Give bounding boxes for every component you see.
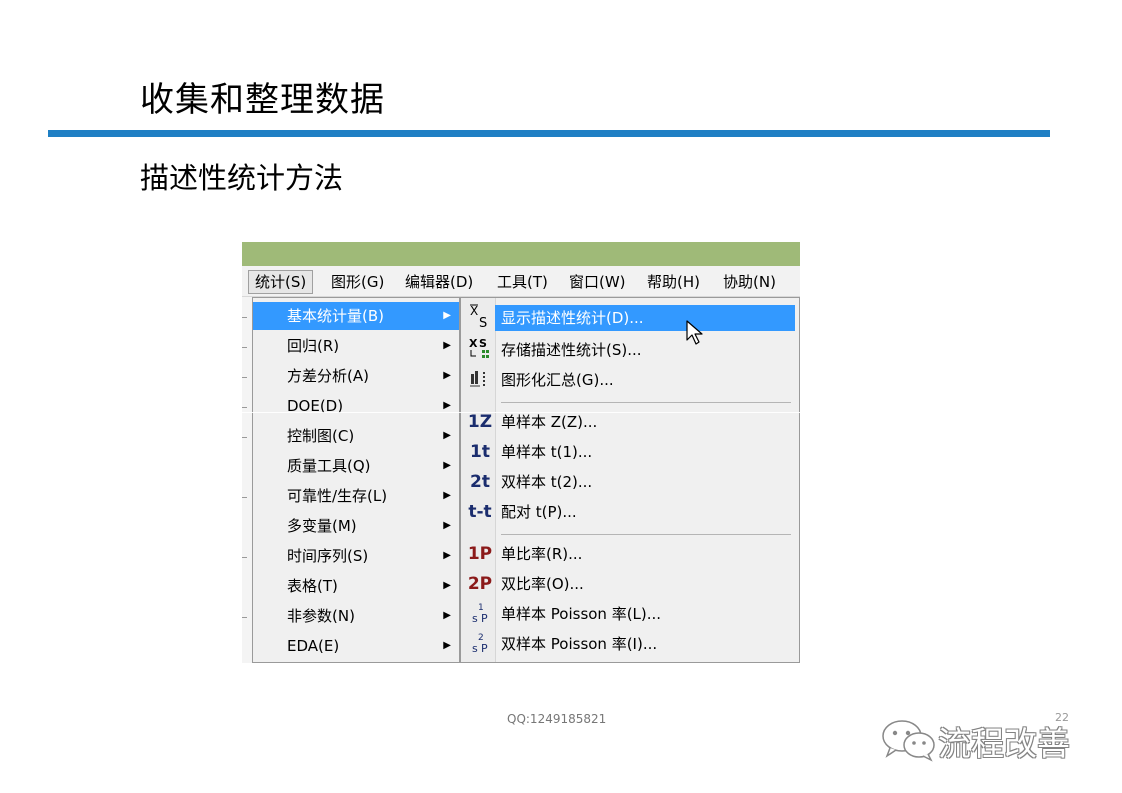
slide-title: 收集和整理数据 <box>140 80 385 120</box>
menu-item-two-proportions[interactable]: 2P 双比率(O)... <box>461 570 799 598</box>
menu-graph[interactable]: 图形(G) <box>326 272 389 292</box>
menu-stat[interactable]: 统计(S) <box>248 270 314 294</box>
menu-item-one-sample-t[interactable]: 1t 单样本 t(1)... <box>461 438 799 466</box>
menu-item-label: 多变量(M) <box>287 517 357 535</box>
stat-menu-item-eda[interactable]: EDA(E) ▶ <box>253 632 459 660</box>
menu-item-one-proportion[interactable]: 1P 单比率(R)... <box>461 540 799 568</box>
menu-item-label: 表格(T) <box>287 577 338 595</box>
menu-item-two-sample-t[interactable]: 2t 双样本 t(2)... <box>461 468 799 496</box>
menu-item-label: 双样本 t(2)... <box>501 473 593 491</box>
menu-editor[interactable]: 编辑器(D) <box>400 272 478 292</box>
menu-separator <box>501 402 791 403</box>
svg-text:S: S <box>479 337 487 350</box>
image-seam <box>242 412 800 413</box>
stat-menu-item-nonparametrics[interactable]: 非参数(N) ▶ <box>253 602 459 630</box>
two-sample-t-icon: 2t <box>470 472 490 492</box>
stat-menu-item-time-series[interactable]: 时间序列(S) ▶ <box>253 542 459 570</box>
menu-item-label: 图形化汇总(G)... <box>501 371 614 389</box>
menu-assistant[interactable]: 协助(N) <box>718 272 781 292</box>
menu-item-label: EDA(E) <box>287 637 340 655</box>
minitab-menu-screenshot: 统计(S) 图形(G) 编辑器(D) 工具(T) 窗口(W) 帮助(H) 协助(… <box>242 242 800 663</box>
menu-item-label: 单比率(R)... <box>501 545 583 563</box>
stat-submenu: 基本统计量(B) ▶ 回归(R) ▶ 方差分析(A) ▶ DOE(D) ▶ 控制… <box>252 297 460 663</box>
submenu-arrow-icon: ▶ <box>443 520 451 531</box>
submenu-arrow-icon: ▶ <box>443 310 451 321</box>
slide-subtitle: 描述性统计方法 <box>140 161 344 195</box>
stat-menu-item-multivariate[interactable]: 多变量(M) ▶ <box>253 512 459 540</box>
menu-item-label: 方差分析(A) <box>287 367 369 385</box>
svg-text:P: P <box>481 642 488 655</box>
mouse-pointer-icon <box>686 320 706 350</box>
submenu-arrow-icon: ▶ <box>443 490 451 501</box>
menu-item-label: 单样本 t(1)... <box>501 443 593 461</box>
stat-menu-item-regression[interactable]: 回归(R) ▶ <box>253 332 459 360</box>
menu-item-label: 单样本 Poisson 率(L)... <box>501 605 662 623</box>
menu-item-label: 回归(R) <box>287 337 340 355</box>
menu-item-store-descriptive-statistics[interactable]: XS 存储描述性统计(S)... <box>461 336 799 364</box>
menu-item-label: 存储描述性统计(S)... <box>501 341 642 359</box>
stat-menu-item-doe[interactable]: DOE(D) ▶ <box>253 392 459 420</box>
submenu-arrow-icon: ▶ <box>443 580 451 591</box>
menu-item-label: 质量工具(Q) <box>287 457 371 475</box>
menu-item-label: 双比率(O)... <box>501 575 584 593</box>
svg-text:X: X <box>470 304 478 318</box>
svg-text:s: s <box>472 642 478 655</box>
svg-text:P: P <box>481 612 488 625</box>
stat-menu-item-reliability[interactable]: 可靠性/生存(L) ▶ <box>253 482 459 510</box>
menu-window[interactable]: 窗口(W) <box>564 272 631 292</box>
svg-text:S: S <box>479 316 487 330</box>
menu-item-label: 双样本 Poisson 率(I)... <box>501 635 658 653</box>
menu-item-graphical-summary[interactable]: 图形化汇总(G)... <box>461 366 799 394</box>
store-descriptive-stats-icon: XS <box>467 336 493 364</box>
graphical-summary-icon <box>467 366 493 394</box>
two-proportions-icon: 2P <box>467 574 493 594</box>
menu-tools[interactable]: 工具(T) <box>492 272 553 292</box>
menu-item-paired-t[interactable]: t-t 配对 t(P)... <box>461 498 799 526</box>
submenu-arrow-icon: ▶ <box>443 430 451 441</box>
stat-menu-item-quality-tools[interactable]: 质量工具(Q) ▶ <box>253 452 459 480</box>
footer-qq-number: QQ:1249185821 <box>507 712 607 726</box>
one-sample-t-icon: 1t <box>470 442 490 462</box>
submenu-arrow-icon: ▶ <box>443 550 451 561</box>
submenu-arrow-icon: ▶ <box>443 370 451 381</box>
submenu-arrow-icon: ▶ <box>443 340 451 351</box>
basic-statistics-submenu: XS 显示描述性统计(D)... XS 存储描述性统计(S)... 图形化汇总(… <box>460 297 800 663</box>
submenu-arrow-icon: ▶ <box>443 640 451 651</box>
submenu-arrow-icon: ▶ <box>443 400 451 411</box>
menu-separator <box>501 534 791 535</box>
one-sample-poisson-icon: 1sP <box>467 600 493 628</box>
menu-item-label: 可靠性/生存(L) <box>287 487 388 505</box>
menu-item-label: 显示描述性统计(D)... <box>501 309 644 327</box>
menu-item-display-descriptive-statistics[interactable]: XS 显示描述性统计(D)... <box>461 304 799 332</box>
svg-text:X: X <box>469 337 478 350</box>
submenu-arrow-icon: ▶ <box>443 460 451 471</box>
menu-item-label: 非参数(N) <box>287 607 355 625</box>
stat-menu-item-anova[interactable]: 方差分析(A) ▶ <box>253 362 459 390</box>
menu-item-label: DOE(D) <box>287 397 344 415</box>
display-descriptive-stats-icon: XS <box>467 304 493 332</box>
stat-menu-item-tables[interactable]: 表格(T) ▶ <box>253 572 459 600</box>
title-rule <box>48 130 1050 137</box>
submenu-arrow-icon: ▶ <box>443 610 451 621</box>
svg-text:s: s <box>472 612 478 625</box>
menu-bar: 统计(S) 图形(G) 编辑器(D) 工具(T) 窗口(W) 帮助(H) 协助(… <box>242 266 800 297</box>
menu-item-label: 基本统计量(B) <box>287 307 384 325</box>
menu-item-label: 配对 t(P)... <box>501 503 577 521</box>
stat-menu-item-basic-statistics[interactable]: 基本统计量(B) ▶ <box>253 302 459 330</box>
stat-menu-item-control-charts[interactable]: 控制图(C) ▶ <box>253 422 459 450</box>
window-titlebar <box>242 242 800 266</box>
wechat-icon <box>880 718 938 766</box>
menu-item-label: 时间序列(S) <box>287 547 369 565</box>
two-sample-poisson-icon: 2sP <box>467 630 493 658</box>
menu-item-two-sample-poisson[interactable]: 2sP 双样本 Poisson 率(I)... <box>461 630 799 658</box>
menu-item-label: 控制图(C) <box>287 427 355 445</box>
menu-item-one-sample-poisson[interactable]: 1sP 单样本 Poisson 率(L)... <box>461 600 799 628</box>
paired-t-icon: t-t <box>468 502 492 522</box>
menu-help[interactable]: 帮助(H) <box>642 272 705 292</box>
one-proportion-icon: 1P <box>467 544 493 564</box>
brand-name: 流程改善 <box>938 724 1070 763</box>
